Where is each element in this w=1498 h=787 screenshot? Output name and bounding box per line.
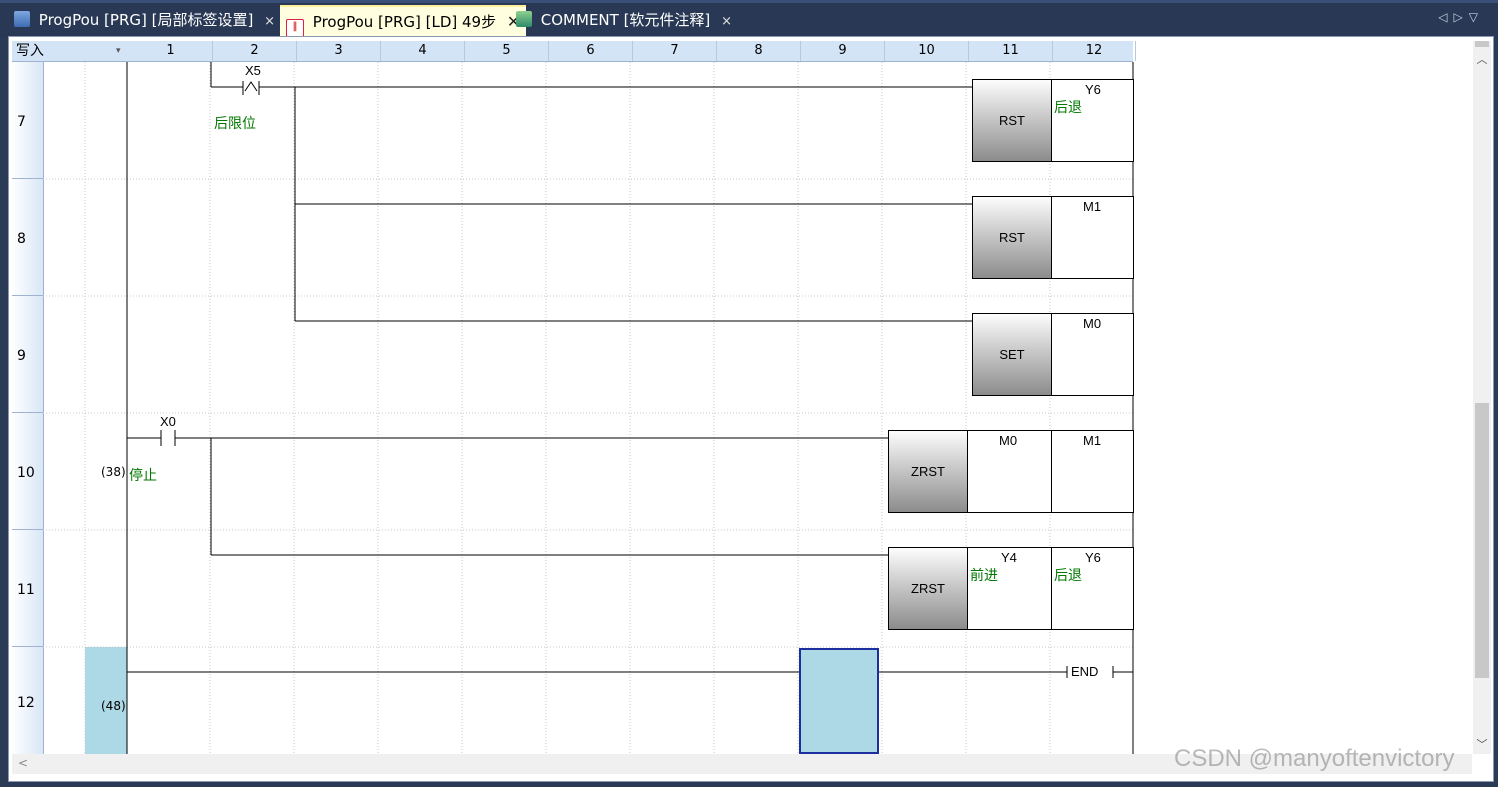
tab-label: ProgPou [PRG] [LD] 49步 — [312, 13, 497, 31]
operand-device: Y6 — [1085, 82, 1101, 97]
operand-comment-2: 后退 — [1054, 568, 1082, 584]
instruction-rst-y6[interactable]: RST Y6 后退 — [972, 79, 1134, 162]
operand-device: M1 — [1083, 199, 1102, 214]
contact-x5-device: X5 — [245, 63, 261, 78]
operand-comment: 后退 — [1054, 100, 1082, 116]
instruction-name: ZRST — [889, 431, 967, 512]
tab-menu-icon[interactable]: ▽ — [1469, 10, 1484, 24]
cell-divider — [967, 431, 968, 512]
instruction-name: RST — [973, 197, 1051, 278]
label-table-icon — [14, 11, 30, 27]
tab-local-label-settings[interactable]: ProgPou [PRG] [局部标签设置] × — [14, 7, 275, 34]
tabbar-top-strip — [0, 0, 1498, 3]
instruction-name: SET — [973, 314, 1051, 395]
tab-prev-icon[interactable]: ◁ — [1438, 10, 1453, 24]
cell-cursor[interactable] — [799, 648, 879, 754]
instruction-rst-m1[interactable]: RST M1 — [972, 196, 1134, 279]
scroll-down-icon[interactable]: ﹀ — [1476, 736, 1488, 752]
tab-close-icon[interactable]: × — [721, 14, 732, 29]
contact-x0-comment: 停止 — [129, 468, 157, 484]
scroll-top-stub — [1475, 41, 1489, 47]
contact-x5-comment: 后限位 — [214, 116, 256, 132]
scroll-thumb[interactable] — [1475, 403, 1489, 678]
cell-divider — [1051, 197, 1052, 278]
end-instruction[interactable]: END — [1071, 664, 1098, 679]
ladder-program-icon: ‖ — [286, 19, 304, 37]
tab-label: COMMENT [软元件注释] — [540, 11, 711, 29]
tab-next-icon[interactable]: ▷ — [1454, 10, 1469, 24]
step-number: (48) — [101, 699, 126, 713]
instruction-name: RST — [973, 80, 1051, 161]
operand-device-2: Y6 — [1085, 550, 1101, 565]
contact-x0-device: X0 — [160, 414, 176, 429]
step-number: (38) — [101, 465, 126, 479]
watermark: CSDN @manyoftenvictory — [1174, 745, 1455, 772]
operand-comment-1: 前进 — [970, 568, 998, 584]
tab-device-comment[interactable]: COMMENT [软元件注释] × — [516, 7, 732, 34]
cell-divider — [1051, 314, 1052, 395]
ladder-grid — [43, 62, 1134, 754]
scroll-up-icon[interactable]: ︿ — [1476, 51, 1488, 67]
operand-device: M0 — [1083, 316, 1102, 331]
ladder-editor[interactable]: 写入 ▾ 1 2 3 4 5 6 7 8 9 10 11 12 7 8 9 10… — [8, 36, 1494, 782]
instruction-zrst-m0-m1[interactable]: ZRST M0 M1 — [888, 430, 1134, 513]
instruction-set-m0[interactable]: SET M0 — [972, 313, 1134, 396]
comment-icon — [516, 11, 532, 27]
cell-divider — [967, 548, 968, 629]
operand-device-1: Y4 — [1001, 550, 1017, 565]
cell-divider — [1051, 548, 1052, 629]
tab-ladder-program[interactable]: ‖ ProgPou [PRG] [LD] 49步 ✕ — [280, 5, 527, 37]
cell-divider — [1051, 80, 1052, 161]
tab-close-icon[interactable]: × — [264, 14, 275, 29]
scroll-left-icon[interactable]: < — [18, 756, 28, 770]
tab-label: ProgPou [PRG] [局部标签设置] — [38, 11, 254, 29]
tab-navigation: ◁▷▽ — [1438, 10, 1484, 24]
vertical-scrollbar[interactable]: ︿ ﹀ — [1473, 41, 1491, 754]
instruction-zrst-y4-y6[interactable]: ZRST Y4 前进 Y6 后退 — [888, 547, 1134, 630]
operand-device-2: M1 — [1083, 433, 1102, 448]
cell-divider — [1051, 431, 1052, 512]
instruction-name: ZRST — [889, 548, 967, 629]
document-tab-bar: ProgPou [PRG] [局部标签设置] × ‖ ProgPou [PRG]… — [0, 0, 1498, 38]
operand-device-1: M0 — [999, 433, 1018, 448]
